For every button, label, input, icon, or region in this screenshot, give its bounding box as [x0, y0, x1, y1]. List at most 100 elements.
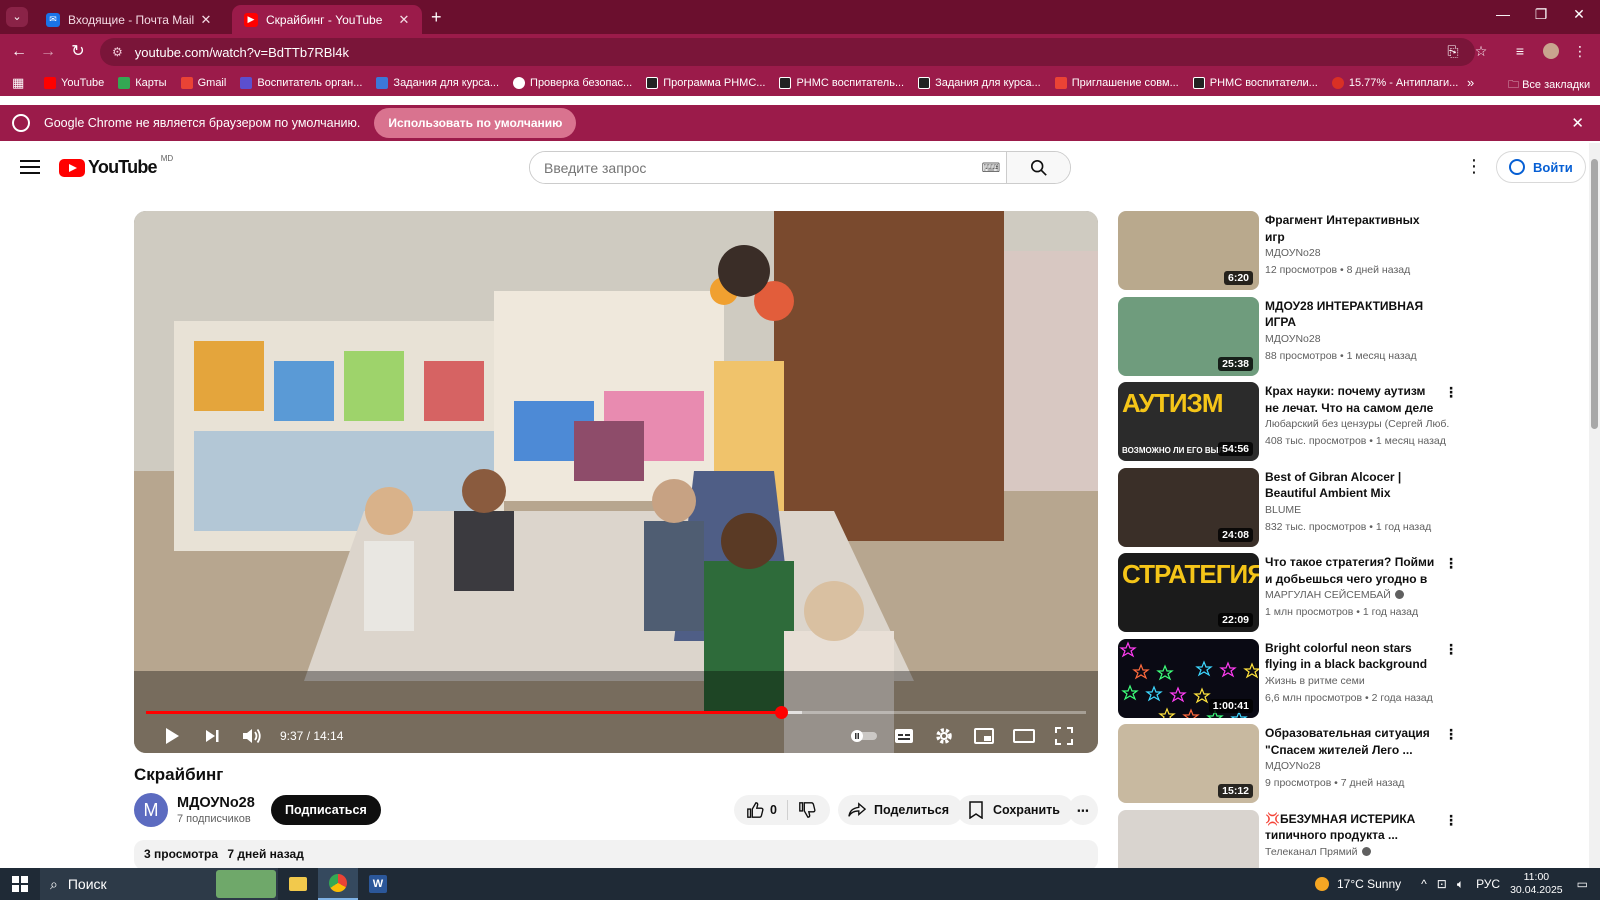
recommendation-channel[interactable]: МДОУNo28 [1265, 247, 1450, 259]
save-button[interactable]: Сохранить [957, 795, 1074, 825]
recommendation-title[interactable]: Bright colorful neon stars flying in a b… [1265, 640, 1437, 673]
bookmark[interactable]: PHMC воспитатели... [1192, 77, 1318, 89]
channel-name[interactable]: МДОУNo28 [177, 795, 255, 811]
notifications-icon[interactable]: ▭ [1577, 877, 1588, 891]
reload-icon[interactable]: ↻ [67, 41, 89, 63]
recommendation-title[interactable]: Что такое стратегия? Пойми и добьешься ч… [1265, 554, 1437, 587]
bookmark[interactable]: YouTube [44, 77, 104, 89]
chrome-menu-icon[interactable]: ⋮ [1570, 43, 1590, 60]
settings-gear-icon[interactable] [924, 721, 964, 751]
search-input[interactable] [530, 152, 976, 183]
bookmark[interactable]: Воспитатель орган... [240, 77, 362, 89]
keyboard-icon[interactable]: ⌨ [976, 152, 1006, 183]
more-vertical-icon[interactable]: ⋮ [1444, 555, 1458, 572]
channel-avatar[interactable]: M [134, 793, 168, 827]
video-thumbnail[interactable]: АУТИЗМ ВОЗМОЖНО ЛИ ЕГО ВЫЛ 54:56 [1118, 382, 1259, 461]
recommendation-channel[interactable]: Телеканал Прямий [1265, 846, 1450, 858]
progress-bar[interactable] [146, 706, 1086, 719]
tab-youtube[interactable]: ▶ Скрайбинг - YouTube ✕ [232, 5, 422, 34]
autoplay-toggle[interactable] [844, 721, 884, 751]
recommendation-item[interactable]: СТРАТЕГИЯ 22:09 Что такое стратегия? Пойми… [1118, 553, 1458, 633]
apps-grid-icon[interactable]: ▦ [12, 75, 32, 91]
install-app-icon[interactable]: ⎘ [1443, 43, 1463, 60]
play-icon[interactable] [152, 721, 192, 751]
recommendation-item[interactable]: АУТИЗМ ВОЗМОЖНО ЛИ ЕГО ВЫЛ 54:56 Крах науки… [1118, 382, 1458, 462]
recommendation-channel[interactable]: МДОУNo28 [1265, 760, 1450, 772]
start-button[interactable] [0, 876, 40, 892]
bookmark[interactable]: Задания для курса... [918, 77, 1041, 89]
taskbar-search[interactable]: ⌕ Поиск [40, 868, 278, 900]
recommendation-title[interactable]: Крах науки: почему аутизм не лечат. Что … [1265, 383, 1437, 416]
recommendation-title[interactable]: МДОУ28 ИНТЕРАКТИВНАЯ ИГРА [1265, 298, 1437, 331]
video-thumbnail[interactable]: СТРАТЕГИЯ 22:09 [1118, 553, 1259, 632]
fullscreen-icon[interactable] [1044, 721, 1084, 751]
recommendation-channel[interactable]: МДОУNo28 [1265, 333, 1450, 345]
profile-avatar[interactable] [1541, 43, 1561, 62]
youtube-logo[interactable]: YouTube MD [59, 154, 173, 178]
close-window-button[interactable]: ✕ [1564, 6, 1594, 23]
volume-icon[interactable] [232, 721, 272, 751]
next-icon[interactable] [192, 721, 232, 751]
recommendation-item[interactable]: 1:00:41 Bright colorful neon stars flying… [1118, 638, 1458, 719]
more-vertical-icon[interactable]: ⋮ [1465, 156, 1483, 177]
video-player[interactable]: 9:37 / 14:14 [134, 211, 1098, 753]
chevron-up-icon[interactable]: ^ [1421, 877, 1427, 891]
video-thumbnail[interactable]: 15:12 [1118, 724, 1259, 803]
close-icon[interactable]: ✕ [396, 12, 412, 28]
recommendation-item[interactable]: 15:12 Образовательная ситуация "Спасем жи… [1118, 724, 1458, 804]
bookmark[interactable]: Карты [118, 77, 167, 89]
share-button[interactable]: Поделиться [838, 795, 964, 825]
miniplayer-icon[interactable] [964, 721, 1004, 751]
subtitles-icon[interactable] [884, 721, 924, 751]
more-vertical-icon[interactable]: ⋮ [1444, 641, 1458, 658]
hamburger-menu-icon[interactable] [20, 156, 40, 178]
video-thumbnail[interactable]: 6:20 [1118, 211, 1259, 290]
recommendation-item[interactable]: 6:20 Фрагмент Интерактивных игр МДОУNo28 12… [1118, 211, 1448, 291]
recommendation-title[interactable]: Фрагмент Интерактивных игр [1265, 212, 1437, 245]
more-actions-button[interactable]: ⋯ [1068, 795, 1098, 825]
bookmark[interactable]: 15.77% - Антиплаги... [1331, 77, 1458, 89]
more-vertical-icon[interactable]: ⋮ [1444, 726, 1458, 743]
chevron-right-icon[interactable]: » [1467, 75, 1474, 90]
recommendation-item[interactable]: 25:38 МДОУ28 ИНТЕРАКТИВНАЯ ИГРА МДОУNo28 88… [1118, 296, 1450, 377]
set-default-button[interactable]: Использовать по умолчанию [374, 108, 577, 138]
close-icon[interactable]: ✕ [1571, 114, 1584, 132]
bookmark[interactable]: Задания для курса... [376, 77, 499, 89]
recommendation-channel[interactable]: МАРГУЛАН СЕЙСЕМБАЙ [1265, 589, 1450, 601]
page-scrollbar[interactable] [1589, 143, 1600, 868]
more-vertical-icon[interactable]: ⋮ [1444, 384, 1458, 401]
bookmark[interactable]: Gmail [180, 77, 226, 89]
weather-text[interactable]: 17°C Sunny [1337, 877, 1401, 891]
subscribe-button[interactable]: Подписаться [271, 795, 381, 825]
dislike-button[interactable] [788, 801, 826, 819]
video-thumbnail[interactable]: 1:00:41 [1118, 638, 1259, 718]
minimize-button[interactable]: — [1488, 6, 1518, 22]
bookmark[interactable]: Приглашение совм... [1054, 77, 1179, 89]
tab-mail[interactable]: ✉ Входящие - Почта Mail ✕ [34, 5, 224, 34]
scrollbar-thumb[interactable] [1591, 159, 1598, 429]
recommendation-title[interactable]: 💢БЕЗУМНАЯ ИСТЕРИКА типичного продукта ..… [1265, 811, 1437, 844]
word-icon[interactable]: W [358, 868, 398, 900]
bookmark[interactable]: Проверка безопас... [513, 77, 632, 89]
forward-arrow-icon[interactable]: → [37, 41, 59, 63]
recommendation-title[interactable]: Образовательная ситуация "Спасем жителей… [1265, 725, 1437, 758]
language-indicator[interactable]: РУС [1476, 877, 1500, 891]
chrome-taskbar-icon[interactable] [318, 868, 358, 900]
network-icon[interactable]: ⊡ [1437, 877, 1447, 891]
clock[interactable]: 11:00 30.04.2025 [1510, 871, 1563, 897]
search-button[interactable] [1006, 152, 1070, 183]
video-thumbnail[interactable]: 24:08 [1118, 467, 1259, 547]
recommendation-channel[interactable]: BLUME [1265, 504, 1450, 516]
like-button[interactable]: 0 [734, 800, 788, 820]
recommendation-title[interactable]: Best of Gibran Alcocer | Beautiful Ambie… [1265, 469, 1437, 502]
close-icon[interactable]: ✕ [198, 12, 214, 28]
site-info-icon[interactable]: ⚙ [112, 45, 123, 59]
bookmark[interactable]: PHMC воспитатель... [779, 77, 904, 89]
sign-in-button[interactable]: Войти [1496, 151, 1586, 183]
bookmark[interactable]: Программа PHMC... [646, 77, 765, 89]
description-box[interactable]: 3 просмотра 7 дней назад [134, 840, 1098, 870]
video-thumbnail[interactable]: 25:38 [1118, 296, 1259, 376]
recommendation-channel[interactable]: Любарский без цензуры (Сергей Люб... [1265, 418, 1450, 430]
recommendation-item[interactable]: 24:08 Best of Gibran Alcocer | Beautiful … [1118, 467, 1450, 548]
recommendation-channel[interactable]: Жизнь в ритме семи [1265, 675, 1450, 687]
